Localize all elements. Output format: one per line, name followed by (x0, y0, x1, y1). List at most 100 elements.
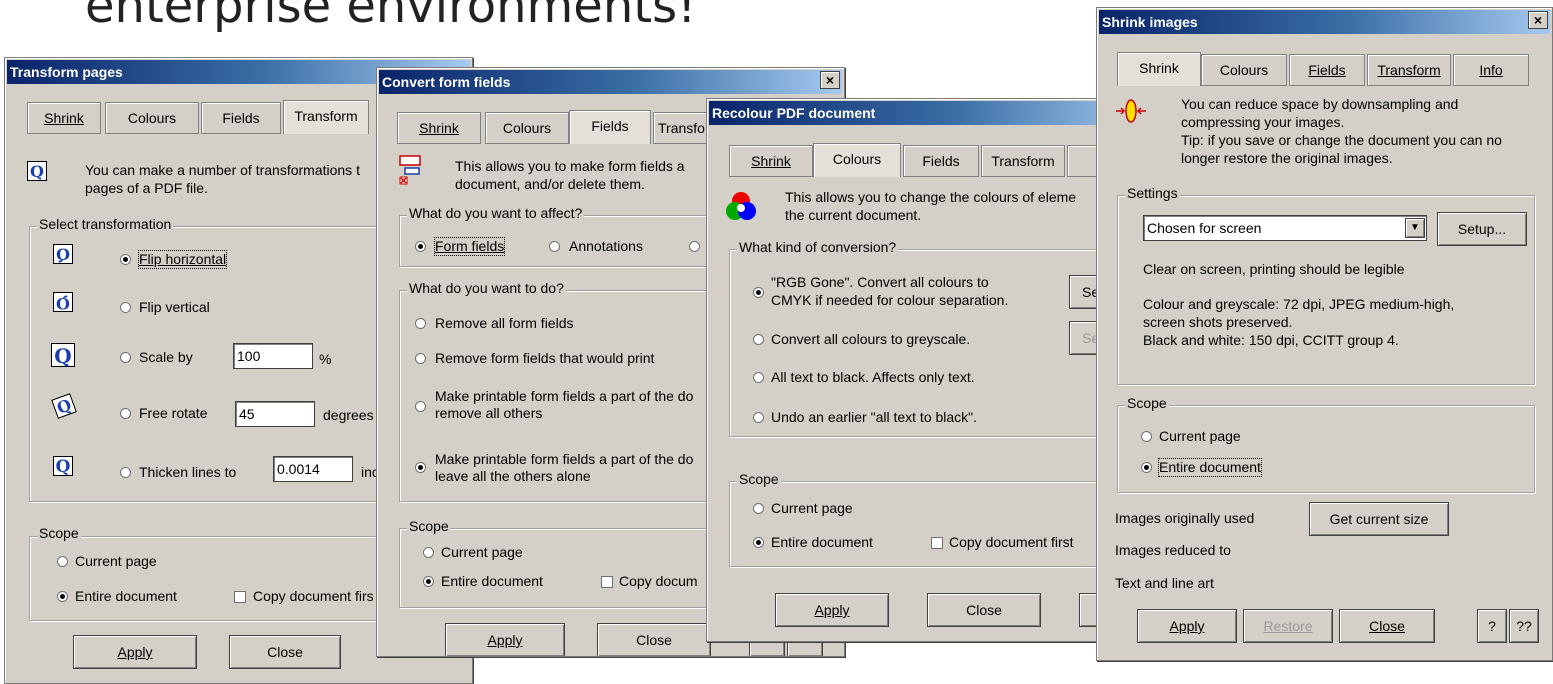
rgb-gone-label-1[interactable]: "RGB Gone". Convert all colours to (771, 274, 989, 291)
help-button[interactable]: ? (1477, 609, 1507, 643)
recolour-apply-button[interactable]: Apply (775, 593, 889, 627)
shrink-tab-info[interactable]: Info (1453, 54, 1529, 86)
scale-input[interactable]: 100 (233, 343, 313, 369)
flip-vertical-label[interactable]: Flip vertical (139, 299, 210, 316)
scale-icon: Q (51, 343, 75, 367)
transform-entire-document-radio[interactable] (57, 591, 68, 602)
free-rotate-radio[interactable] (120, 408, 131, 419)
scale-label[interactable]: Scale by (139, 349, 193, 366)
thicken-label[interactable]: Thicken lines to (139, 464, 236, 481)
tab-fields[interactable]: Fields (201, 102, 281, 134)
fields-entire-document-radio[interactable] (423, 576, 434, 587)
do-remove-all-radio[interactable] (415, 318, 426, 329)
shrink-close-button[interactable]: Close (1339, 609, 1435, 643)
tab-colours[interactable]: Colours (105, 102, 199, 134)
transform-current-page-label[interactable]: Current page (75, 553, 157, 570)
transform-entire-document-label[interactable]: Entire document (75, 588, 177, 605)
recolour-tab-colours[interactable]: Colours (813, 143, 901, 177)
flip-vertical-radio[interactable] (120, 302, 131, 313)
restore-button[interactable]: Restore (1243, 609, 1333, 643)
thicken-icon: Q (53, 456, 73, 476)
shrink-intro-3: Tip: if you save or change the document … (1181, 132, 1502, 148)
do-make-remove-label-1[interactable]: Make printable form fields a part of the… (435, 388, 693, 405)
affect-other-radio[interactable] (689, 241, 700, 252)
affect-form-fields-radio[interactable] (415, 241, 426, 252)
shrink-close-icon[interactable]: × (1528, 11, 1548, 29)
recolour-current-page-radio[interactable] (753, 503, 764, 514)
greyscale-radio[interactable] (753, 334, 764, 345)
shrink-tab-shrink[interactable]: Shrink (1117, 52, 1201, 86)
preset-select[interactable]: Chosen for screen (1143, 215, 1427, 241)
do-make-remove-label-2[interactable]: remove all others (435, 405, 542, 422)
transform-copy-first-label[interactable]: Copy document firs (253, 588, 374, 605)
flip-horizontal-label[interactable]: Flip horizontal (137, 250, 228, 269)
shrink-current-page-radio[interactable] (1141, 431, 1152, 442)
transform-close-button[interactable]: Close (229, 635, 341, 669)
do-remove-print-radio[interactable] (415, 353, 426, 364)
scale-radio[interactable] (120, 352, 131, 363)
recolour-copy-first-checkbox[interactable] (931, 537, 943, 549)
setup-button[interactable]: Setup... (1437, 212, 1527, 246)
fields-close-button[interactable]: Close (597, 623, 711, 656)
do-make-leave-label-2[interactable]: leave all the others alone (435, 468, 591, 485)
recolour-tab-shrink[interactable]: Shrink (729, 145, 813, 177)
affect-form-fields-label[interactable]: Form fields (433, 237, 506, 256)
undo-black-label[interactable]: Undo an earlier "all text to black". (771, 409, 977, 426)
free-rotate-label[interactable]: Free rotate (139, 405, 207, 422)
recolour-entire-document-label[interactable]: Entire document (771, 534, 873, 551)
affect-annotations-label[interactable]: Annotations (569, 238, 643, 255)
undo-black-radio[interactable] (753, 412, 764, 423)
rgb-gone-radio[interactable] (753, 287, 764, 298)
shrink-tab-fields[interactable]: Fields (1289, 54, 1365, 86)
get-current-size-button[interactable]: Get current size (1309, 502, 1449, 536)
fields-tab-shrink[interactable]: Shrink (397, 112, 481, 144)
recolour-copy-first-label[interactable]: Copy document first (949, 534, 1074, 551)
preset-dropdown-button[interactable]: ▼ (1405, 218, 1425, 238)
fields-copy-first-label[interactable]: Copy docum (619, 573, 698, 590)
shrink-apply-button[interactable]: Apply (1137, 609, 1237, 643)
shrink-current-page-label[interactable]: Current page (1159, 428, 1241, 445)
help-extended-button[interactable]: ?? (1509, 609, 1539, 643)
do-make-leave-radio[interactable] (415, 462, 426, 473)
recolour-entire-document-radio[interactable] (753, 537, 764, 548)
tab-transform[interactable]: Transform (283, 100, 369, 134)
fields-current-page-label[interactable]: Current page (441, 544, 523, 561)
fields-apply-button[interactable]: Apply (445, 623, 565, 656)
transform-apply-button[interactable]: Apply (73, 635, 197, 669)
transform-intro-1: You can make a number of transformations… (85, 162, 360, 178)
fields-close-icon[interactable]: × (820, 71, 840, 89)
q-transform-icon: Q (27, 161, 47, 181)
shrink-tab-transform[interactable]: Transform (1367, 54, 1451, 86)
fields-scope-label: Scope (407, 518, 451, 534)
do-remove-all-label[interactable]: Remove all form fields (435, 315, 574, 332)
do-remove-print-label[interactable]: Remove form fields that would print (435, 350, 654, 367)
recolour-current-page-label[interactable]: Current page (771, 500, 853, 517)
do-make-remove-radio[interactable] (415, 401, 426, 412)
shrink-entire-document-radio[interactable] (1141, 462, 1152, 473)
tab-shrink[interactable]: Shrink (27, 102, 101, 134)
text-black-radio[interactable] (753, 372, 764, 383)
fields-current-page-radio[interactable] (423, 547, 434, 558)
shrink-entire-document-label[interactable]: Entire document (1158, 458, 1262, 477)
transform-copy-first-checkbox[interactable] (234, 591, 246, 603)
transform-current-page-radio[interactable] (57, 556, 68, 567)
rgb-gone-label-2[interactable]: CMYK if needed for colour separation. (771, 292, 1008, 309)
text-black-label[interactable]: All text to black. Affects only text. (771, 369, 975, 386)
recolour-tab-transform[interactable]: Transform (981, 145, 1065, 177)
affect-annotations-radio[interactable] (549, 241, 560, 252)
greyscale-label[interactable]: Convert all colours to greyscale. (771, 331, 970, 348)
fields-entire-document-label[interactable]: Entire document (441, 573, 543, 590)
thicken-radio[interactable] (120, 467, 131, 478)
rotate-input[interactable]: 45 (235, 401, 315, 427)
thicken-input[interactable]: 0.0014 (273, 456, 353, 482)
shrink-tab-colours[interactable]: Colours (1201, 54, 1287, 86)
recolour-close-button[interactable]: Close (927, 593, 1041, 627)
shrink-scope-label: Scope (1125, 395, 1169, 411)
shrink-intro-4: longer restore the original images. (1181, 150, 1393, 166)
fields-copy-first-checkbox[interactable] (601, 576, 613, 588)
fields-tab-colours[interactable]: Colours (485, 112, 569, 144)
fields-tab-fields[interactable]: Fields (569, 110, 651, 144)
recolour-tab-fields[interactable]: Fields (903, 145, 979, 177)
flip-horizontal-radio[interactable] (120, 254, 131, 265)
do-make-leave-label-1[interactable]: Make printable form fields a part of the… (435, 451, 693, 468)
